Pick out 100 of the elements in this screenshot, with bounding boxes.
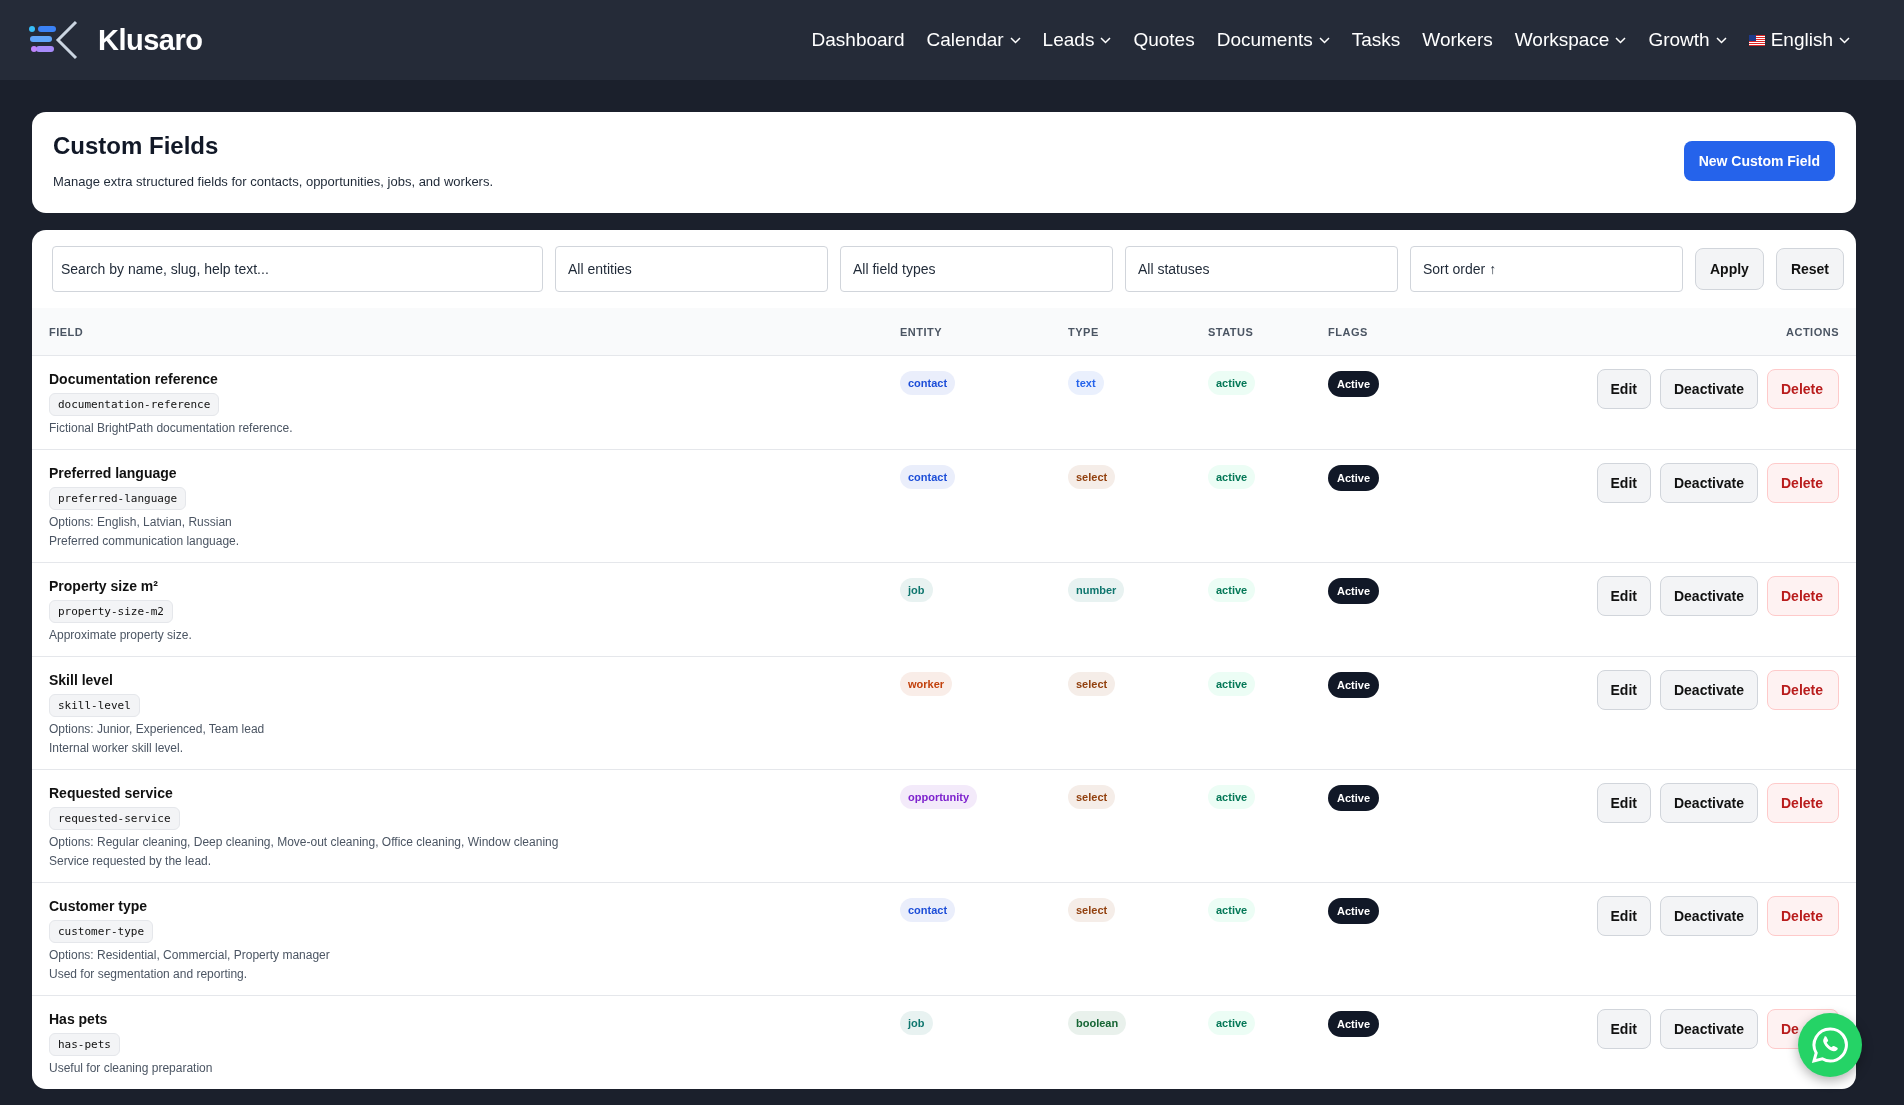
field-slug: preferred-language: [49, 487, 187, 510]
search-field[interactable]: Search by name, slug, help text...: [52, 246, 543, 292]
field-name: Requested service: [49, 785, 173, 801]
edit-button[interactable]: Edit: [1596, 1009, 1651, 1049]
edit-button[interactable]: Edit: [1596, 369, 1651, 409]
flag-badge: Active: [1328, 785, 1380, 811]
filter-select[interactable]: All field types: [840, 246, 1113, 292]
filter-select[interactable]: Sort order ↑: [1410, 246, 1683, 292]
delete-button[interactable]: Delete: [1767, 369, 1839, 409]
column-header: TYPE: [1068, 325, 1100, 338]
field-name: Skill level: [49, 672, 113, 688]
entity-badge: job: [900, 578, 933, 602]
nav-link[interactable]: Growth: [1648, 29, 1727, 51]
field-slug: skill-level: [49, 694, 140, 717]
deactivate-button[interactable]: Deactivate: [1659, 1009, 1758, 1049]
field-note: Options: Junior, Experienced, Team lead: [49, 721, 265, 737]
filter-select[interactable]: All statuses: [1125, 246, 1398, 292]
type-badge: boolean: [1068, 1011, 1127, 1035]
field-slug: property-size-m2: [49, 600, 173, 623]
nav-link[interactable]: Quotes: [1133, 29, 1195, 51]
status-badge: active: [1208, 898, 1256, 922]
new-custom-field-button[interactable]: New Custom Field: [1683, 140, 1835, 181]
flag-badge: Active: [1328, 465, 1380, 491]
delete-button[interactable]: Delete: [1767, 670, 1839, 710]
type-badge: number: [1068, 578, 1125, 602]
entity-badge: worker: [900, 672, 953, 696]
deactivate-button[interactable]: Deactivate: [1659, 576, 1758, 616]
type-badge: select: [1068, 672, 1116, 696]
delete-button[interactable]: Delete: [1767, 463, 1839, 503]
field-name: Has pets: [49, 1011, 108, 1027]
column-header: ACTIONS: [1786, 325, 1839, 338]
entity-badge: contact: [900, 371, 956, 395]
status-badge: active: [1208, 465, 1256, 489]
edit-button[interactable]: Edit: [1596, 783, 1651, 823]
flag-badge: Active: [1328, 898, 1380, 924]
nav-link[interactable]: Workers: [1422, 29, 1493, 51]
status-badge: active: [1208, 785, 1256, 809]
entity-badge: contact: [900, 898, 956, 922]
field-name: Preferred language: [49, 465, 177, 481]
column-header: STATUS: [1208, 325, 1255, 338]
type-badge: select: [1068, 898, 1116, 922]
status-badge: active: [1208, 371, 1256, 395]
delete-button[interactable]: Delete: [1767, 896, 1839, 936]
flag-icon: [1748, 34, 1765, 46]
page-title: Custom Fields: [53, 132, 220, 160]
filter-button[interactable]: Apply: [1695, 248, 1764, 290]
status-badge: active: [1208, 1011, 1256, 1035]
deactivate-button[interactable]: Deactivate: [1659, 783, 1758, 823]
column-header: ENTITY: [900, 325, 944, 338]
filter-select[interactable]: All entities: [555, 246, 828, 292]
entity-badge: opportunity: [900, 785, 978, 809]
field-slug: customer-type: [49, 920, 154, 943]
deactivate-button[interactable]: Deactivate: [1659, 369, 1758, 409]
field-note: Service requested by the lead.: [49, 853, 212, 869]
flag-badge: Active: [1328, 672, 1380, 698]
field-name: Documentation reference: [49, 371, 218, 387]
filter-button[interactable]: Reset: [1775, 248, 1845, 290]
edit-button[interactable]: Edit: [1596, 576, 1651, 616]
field-name: Property size m²: [49, 578, 158, 594]
phone-chat-icon: [1810, 1025, 1850, 1065]
nav-link[interactable]: Leads: [1042, 29, 1112, 51]
nav-link[interactable]: Tasks: [1351, 29, 1401, 51]
field-note: Options: Regular cleaning, Deep cleaning, Move-out cleaning, Office cleaning, Window cleaning: [49, 834, 559, 850]
field-slug: has-pets: [49, 1033, 120, 1056]
field-note: Useful for cleaning preparation: [49, 1060, 213, 1076]
language-menu[interactable]: English: [1748, 29, 1850, 51]
nav-link[interactable]: Dashboard: [811, 29, 905, 51]
field-note: Used for segmentation and reporting.: [49, 966, 248, 982]
deactivate-button[interactable]: Deactivate: [1659, 463, 1758, 503]
entity-badge: contact: [900, 465, 956, 489]
page-subtitle: Manage extra structured fields for contacts, opportunities, jobs, and workers.: [53, 174, 494, 189]
type-badge: select: [1068, 785, 1116, 809]
field-note: Preferred communication language.: [49, 533, 240, 549]
field-note: Fictional BrightPath documentation reference.: [49, 420, 293, 436]
field-slug: documentation-reference: [49, 393, 220, 416]
edit-button[interactable]: Edit: [1596, 463, 1651, 503]
delete-button[interactable]: Delete: [1767, 783, 1839, 823]
deactivate-button[interactable]: Deactivate: [1659, 670, 1758, 710]
column-header: FIELD: [49, 325, 85, 338]
deactivate-button[interactable]: Deactivate: [1659, 896, 1758, 936]
brand-name[interactable]: Klusaro: [98, 23, 203, 57]
edit-button[interactable]: Edit: [1596, 670, 1651, 710]
field-name: Customer type: [49, 898, 148, 914]
status-badge: active: [1208, 578, 1256, 602]
type-badge: select: [1068, 465, 1116, 489]
entity-badge: job: [900, 1011, 933, 1035]
edit-button[interactable]: Edit: [1596, 896, 1651, 936]
nav-link[interactable]: Calendar: [926, 29, 1021, 51]
field-slug: requested-service: [49, 807, 180, 830]
flag-badge: Active: [1328, 371, 1380, 397]
field-note: Internal worker skill level.: [49, 740, 184, 756]
field-note: Options: Residential, Commercial, Property manager: [49, 947, 330, 963]
nav-link[interactable]: Documents: [1216, 29, 1330, 51]
delete-button[interactable]: Delete: [1767, 576, 1839, 616]
status-badge: active: [1208, 672, 1256, 696]
field-note: Approximate property size.: [49, 627, 192, 643]
flag-badge: Active: [1328, 578, 1380, 604]
field-note: Options: English, Latvian, Russian: [49, 514, 232, 530]
nav-link[interactable]: Workspace: [1514, 29, 1627, 51]
column-header: FLAGS: [1328, 325, 1369, 338]
